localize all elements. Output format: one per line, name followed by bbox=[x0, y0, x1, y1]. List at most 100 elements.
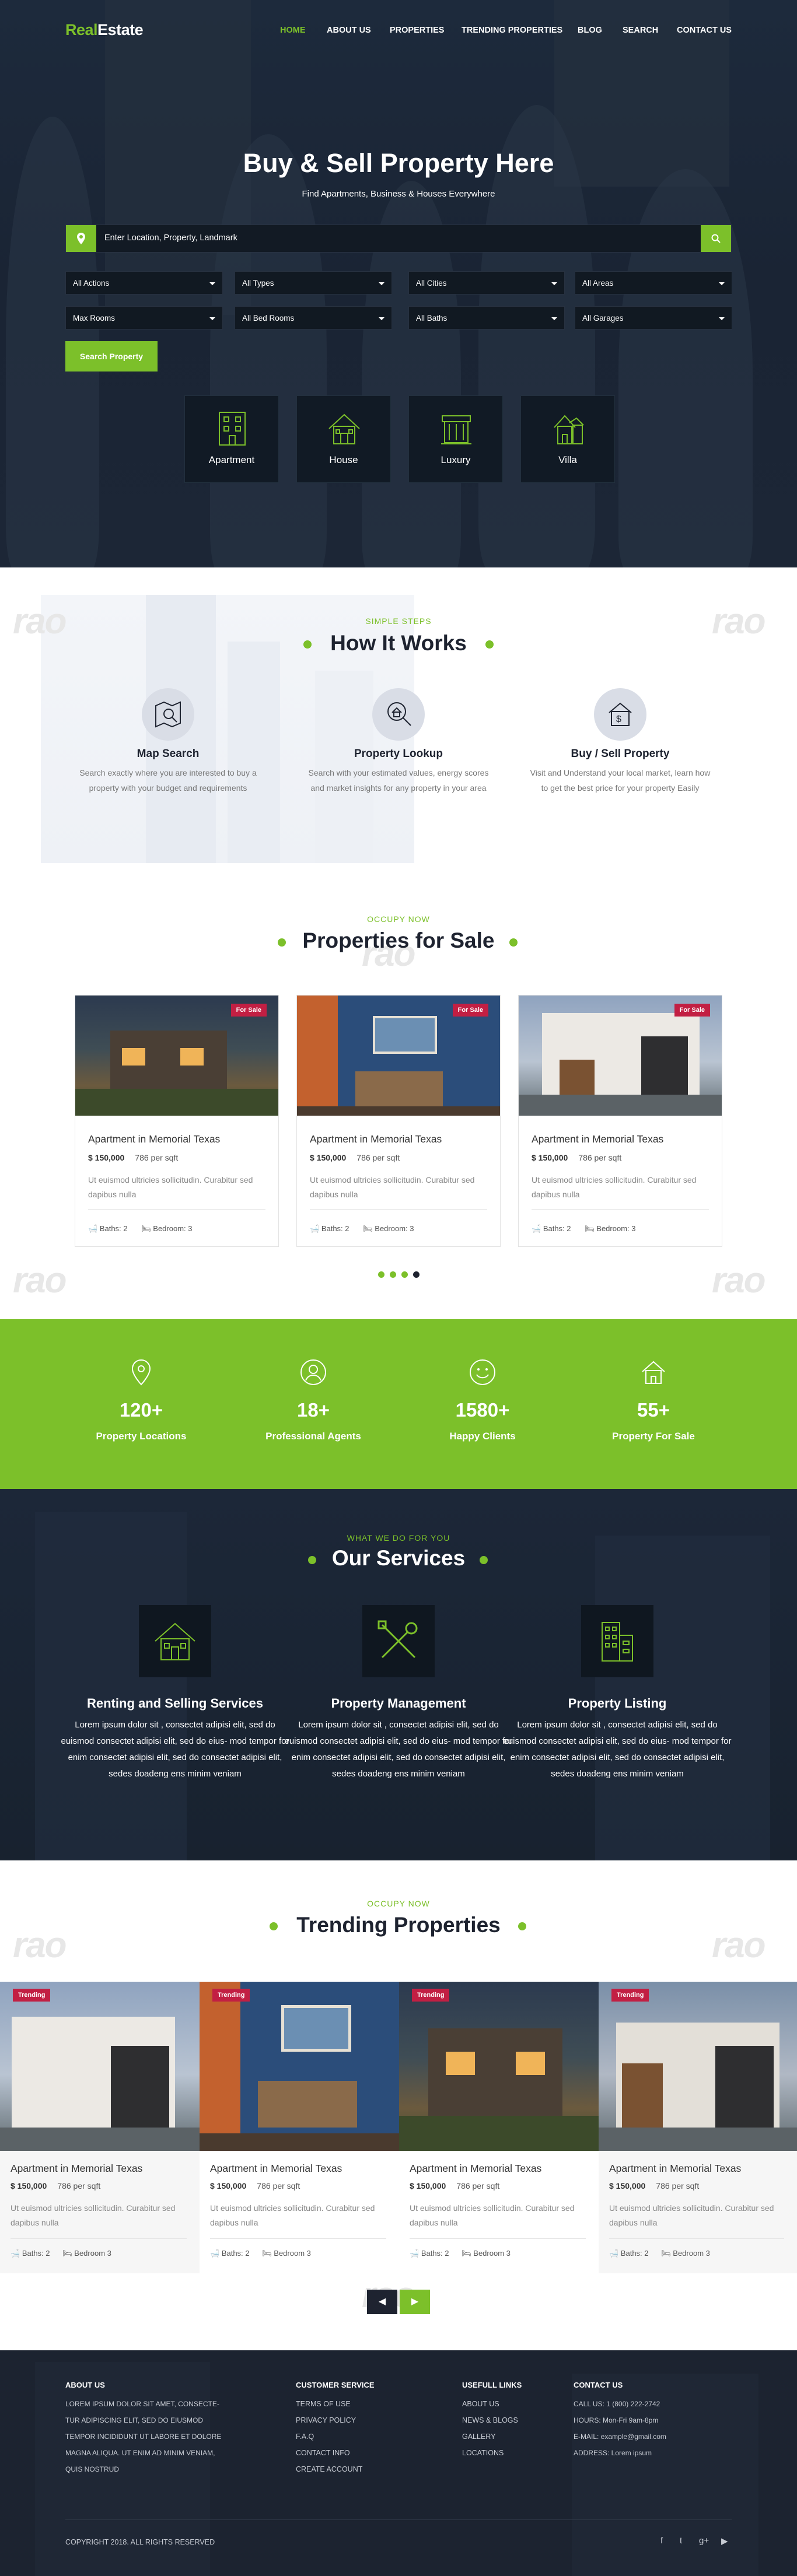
footer-link-contact-info[interactable]: CONTACT INFO bbox=[296, 2449, 375, 2458]
facebook-icon[interactable]: f bbox=[660, 2536, 663, 2546]
filter-baths[interactable]: All Baths bbox=[408, 306, 565, 330]
footer-useful-title: USEFULL LINKS bbox=[462, 2381, 522, 2389]
property-desc: Ut euismod ultricies sollicitudin. Curab… bbox=[310, 1175, 475, 1199]
location-pin-icon bbox=[131, 1359, 151, 1386]
nav-home[interactable]: HOME bbox=[280, 26, 306, 35]
property-title[interactable]: Apartment in Memorial Texas bbox=[410, 2163, 541, 2175]
category-label: Apartment bbox=[208, 454, 255, 465]
property-title[interactable]: Apartment in Memorial Texas bbox=[210, 2163, 342, 2175]
brand-logo[interactable]: RealEstate bbox=[65, 21, 144, 39]
filter-all-cities[interactable]: All Cities bbox=[408, 271, 565, 295]
location-search-bar[interactable]: Enter Location, Property, Landmark bbox=[65, 225, 732, 253]
property-card[interactable]: For Sale Apartment in Memorial Texas $ 1… bbox=[296, 995, 501, 1247]
filter-garages[interactable]: All Garages bbox=[575, 306, 732, 330]
nav-search[interactable]: SEARCH bbox=[623, 26, 658, 35]
nav-about-us[interactable]: ABOUT US bbox=[327, 26, 371, 35]
property-card[interactable]: For Sale Apartment in Memorial Texas $ 1… bbox=[518, 995, 722, 1247]
property-features: 🛁 Baths: 2 🛏 Bedroom: 3 bbox=[88, 1224, 192, 1233]
hero-title: Buy & Sell Property Here bbox=[243, 148, 554, 178]
footer-link-about[interactable]: ABOUT US bbox=[462, 2400, 522, 2409]
stat-label: Happy Clients bbox=[449, 1431, 516, 1442]
property-price: $ 150,000 bbox=[310, 1153, 347, 1162]
property-title[interactable]: Apartment in Memorial Texas bbox=[88, 1133, 220, 1145]
nav-properties[interactable]: PROPERTIES bbox=[390, 26, 444, 35]
property-title[interactable]: Apartment in Memorial Texas bbox=[609, 2163, 741, 2175]
property-title[interactable]: Apartment in Memorial Texas bbox=[11, 2163, 142, 2175]
footer-contact-email[interactable]: E-MAIL: example@gmail.com bbox=[574, 2433, 666, 2441]
category-villa[interactable]: Villa bbox=[520, 395, 615, 483]
filter-max-rooms[interactable]: Max Rooms bbox=[65, 306, 223, 330]
pagination-dot[interactable] bbox=[390, 1271, 396, 1278]
search-input[interactable]: Enter Location, Property, Landmark bbox=[104, 233, 237, 243]
carousel-prev-button[interactable]: ◀ bbox=[367, 2290, 397, 2314]
stat-value: 18+ bbox=[297, 1399, 330, 1421]
footer-link-faq[interactable]: F.A.Q bbox=[296, 2433, 375, 2441]
trending-card[interactable]: Trending Apartment in Memorial Texas $ 1… bbox=[0, 1982, 200, 2273]
filter-bed-rooms[interactable]: All Bed Rooms bbox=[235, 306, 392, 330]
hero-subtitle: Find Apartments, Business & Houses Every… bbox=[302, 189, 495, 199]
footer-link-terms[interactable]: TERMS OF USE bbox=[296, 2400, 375, 2409]
search-submit-button[interactable] bbox=[701, 225, 731, 252]
beds-label: Bedroom 3 bbox=[74, 2249, 111, 2258]
property-title[interactable]: Apartment in Memorial Texas bbox=[310, 1133, 442, 1145]
footer-link-gallery[interactable]: GALLERY bbox=[462, 2433, 522, 2441]
step-title: Buy / Sell Property bbox=[571, 748, 670, 760]
bed-icon: 🛏 bbox=[141, 1224, 151, 1233]
property-area: 786 per sqft bbox=[57, 2181, 101, 2191]
property-title[interactable]: Apartment in Memorial Texas bbox=[532, 1133, 663, 1145]
villa-icon bbox=[554, 415, 584, 444]
property-price: $ 150,000 bbox=[410, 2181, 446, 2191]
footer-link-create-account[interactable]: CREATE ACCOUNT bbox=[296, 2465, 375, 2474]
filter-all-types[interactable]: All Types bbox=[235, 271, 392, 295]
footer-link-privacy[interactable]: PRIVACY POLICY bbox=[296, 2416, 375, 2425]
property-price: $ 150,000 bbox=[532, 1153, 568, 1162]
bed-icon: 🛏 bbox=[585, 1224, 595, 1233]
stat-property-locations: 120+ Property Locations bbox=[71, 1359, 211, 1442]
category-label: House bbox=[329, 454, 358, 465]
property-features: 🛁 Baths: 2 🛏 Bedroom 3 bbox=[410, 2249, 511, 2258]
google-plus-icon[interactable]: g+ bbox=[699, 2536, 709, 2546]
category-apartment[interactable]: Apartment bbox=[184, 395, 279, 483]
title-dot bbox=[518, 1922, 526, 1930]
service-title: Property Listing bbox=[568, 1696, 667, 1711]
nav-trending-properties[interactable]: TRENDING PROPERTIES bbox=[462, 26, 562, 35]
stat-value: 1580+ bbox=[455, 1399, 510, 1421]
footer-link-news[interactable]: NEWS & BLOGS bbox=[462, 2416, 522, 2425]
pagination-dot-active[interactable] bbox=[413, 1271, 420, 1278]
divider bbox=[11, 2238, 187, 2239]
property-desc: Ut euismod ultricies sollicitudin. Curab… bbox=[210, 2203, 375, 2227]
trending-card[interactable]: Trending Apartment in Memorial Texas $ 1… bbox=[599, 1982, 797, 2273]
property-card[interactable]: For Sale Apartment in Memorial Texas $ 1… bbox=[75, 995, 279, 1247]
filter-all-areas[interactable]: All Areas bbox=[575, 271, 732, 295]
house-icon bbox=[139, 1605, 211, 1677]
service-desc: Lorem ipsum dolor sit , consectet adipis… bbox=[503, 1720, 732, 1779]
trending-card[interactable]: Trending Apartment in Memorial Texas $ 1… bbox=[399, 1982, 599, 2273]
step-desc: Search exactly where you are interested … bbox=[79, 768, 257, 793]
nav-blog[interactable]: BLOG bbox=[578, 26, 602, 35]
filter-all-actions[interactable]: All Actions bbox=[65, 271, 223, 295]
trending-card[interactable]: Trending Apartment in Memorial Texas $ 1… bbox=[200, 1982, 399, 2273]
footer-contact-title: CONTACT US bbox=[574, 2381, 623, 2389]
wood-panel bbox=[560, 1060, 595, 1095]
pagination-dot[interactable] bbox=[378, 1271, 384, 1278]
footer-customer-service: CUSTOMER SERVICE TERMS OF USE PRIVACY PO… bbox=[296, 2381, 375, 2482]
category-house[interactable]: House bbox=[296, 395, 391, 483]
pagination-dot[interactable] bbox=[401, 1271, 408, 1278]
baths-label: Baths: 2 bbox=[221, 2249, 250, 2258]
twitter-icon[interactable]: t bbox=[680, 2536, 682, 2546]
property-price-line: $ 150,000 786 per sqft bbox=[609, 2181, 699, 2191]
search-property-button[interactable]: Search Property bbox=[65, 341, 158, 371]
services-title: Our Services bbox=[331, 1546, 466, 1570]
baths-label: Baths: 2 bbox=[543, 1224, 571, 1233]
category-luxury[interactable]: Luxury bbox=[408, 395, 503, 483]
status-badge: For Sale bbox=[452, 1004, 488, 1017]
footer-contact: CONTACT US CALL US: 1 (800) 222-2742 HOU… bbox=[574, 2381, 666, 2465]
step-map-search: Map Search Search exactly where you are … bbox=[75, 688, 261, 795]
property-area: 786 per sqft bbox=[135, 1153, 179, 1162]
property-desc: Ut euismod ultricies sollicitudin. Curab… bbox=[410, 2203, 575, 2227]
service-title: Renting and Selling Services bbox=[87, 1696, 263, 1711]
youtube-icon[interactable]: ▶ bbox=[721, 2536, 728, 2546]
nav-contact-us[interactable]: CONTACT US bbox=[677, 26, 732, 35]
carousel-next-button[interactable]: ▶ bbox=[400, 2290, 430, 2314]
footer-link-locations[interactable]: LOCATIONS bbox=[462, 2449, 522, 2458]
